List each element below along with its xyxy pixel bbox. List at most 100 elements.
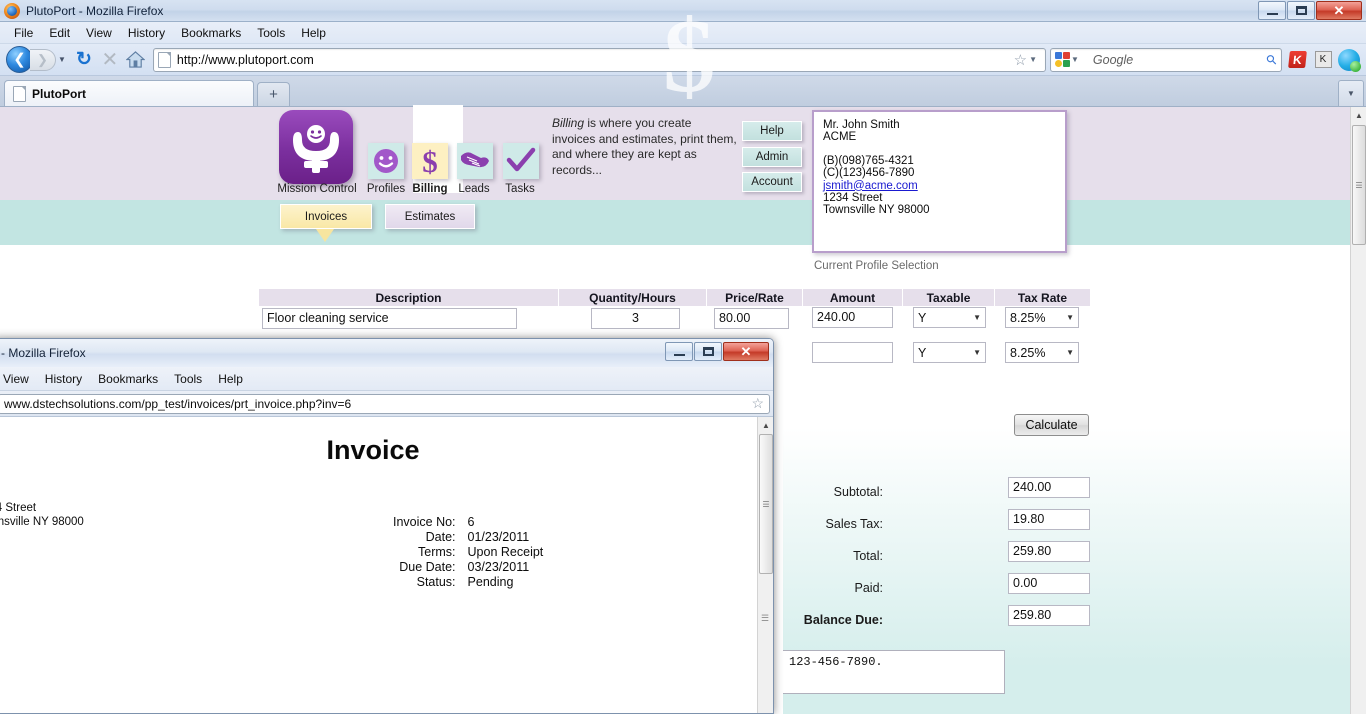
menu-view[interactable]: View	[78, 24, 120, 42]
column-header-amount: Amount	[803, 289, 903, 306]
minimize-button[interactable]	[1258, 1, 1286, 20]
total-field[interactable]: 259.80	[1008, 541, 1090, 562]
urlbar-dropdown-icon[interactable]: ▼	[1029, 55, 1037, 64]
popup-close-button[interactable]: ✕	[723, 342, 769, 361]
subtab-invoices[interactable]: Invoices	[280, 204, 372, 229]
kaspersky-icon[interactable]: K	[1286, 49, 1308, 71]
popup-scrollbar[interactable]: ▲ ☰ ☰	[757, 417, 773, 713]
nav-label-leads[interactable]: Leads	[452, 183, 496, 195]
menu-help[interactable]: Help	[293, 24, 334, 42]
home-icon[interactable]	[123, 47, 149, 73]
history-dropdown-icon[interactable]: ▼	[58, 55, 66, 64]
balance-due-field[interactable]: 259.80	[1008, 605, 1090, 626]
reload-icon[interactable]: ↻	[71, 47, 97, 73]
chevron-down-icon: ▼	[1066, 313, 1074, 322]
tab-plutoport[interactable]: PlutoPort	[4, 80, 254, 106]
nav-label-billing[interactable]: Billing	[406, 183, 454, 195]
popup-scroll-up-icon[interactable]: ▲	[758, 417, 773, 433]
row-1-price-input[interactable]: 80.00	[714, 308, 789, 329]
popup-scrollbar-grip2-icon: ☰	[761, 613, 770, 623]
nav-tile-billing[interactable]: $	[412, 143, 448, 179]
account-button[interactable]: Account	[742, 172, 802, 192]
column-header-description: Description	[259, 289, 559, 306]
admin-button[interactable]: Admin	[742, 147, 802, 167]
popup-browser-window: - Mozilla Firefox ✕ View History Bookmar…	[0, 338, 774, 714]
search-engine-dropdown-icon[interactable]: ▼	[1071, 55, 1079, 64]
popup-menu-view[interactable]: View	[0, 370, 37, 388]
bookmark-star-icon[interactable]: ☆	[1014, 51, 1027, 69]
menu-history[interactable]: History	[120, 24, 173, 42]
forward-icon[interactable]: ❯	[30, 48, 56, 71]
nav-tile-profiles[interactable]	[368, 143, 404, 179]
menu-tools[interactable]: Tools	[249, 24, 293, 42]
titlebar: PlutoPort - Mozilla Firefox ✕	[0, 0, 1366, 22]
popup-url-input[interactable]: www.dstechsolutions.com/pp_test/invoices…	[0, 393, 770, 414]
row-2-tax-rate-select[interactable]: 8.25% ▼	[1005, 342, 1079, 363]
keyboard-extension-icon[interactable]: K	[1312, 49, 1334, 71]
back-icon[interactable]: ❮	[6, 46, 33, 73]
row-1-amount-input[interactable]: 240.00	[812, 307, 893, 328]
scrollbar-thumb[interactable]: ☰	[1352, 125, 1366, 245]
profile-caption: Current Profile Selection	[814, 260, 939, 272]
row-1-description-input[interactable]: Floor cleaning service	[262, 308, 517, 329]
row-2-amount-input[interactable]	[812, 342, 893, 363]
section-description-strong: Billing	[552, 116, 585, 130]
popup-bookmark-star-icon[interactable]: ☆	[751, 395, 764, 412]
invoice-from-line1: 234 Street	[0, 502, 37, 514]
popup-scrollbar-thumb[interactable]: ☰	[759, 434, 773, 574]
invoice-due-date-label: Due Date:	[399, 560, 456, 574]
popup-minimize-button[interactable]	[665, 342, 693, 361]
row-2-taxable-value: Y	[918, 345, 927, 360]
search-placeholder-text: Google	[1092, 52, 1134, 67]
subtab-estimates[interactable]: Estimates	[385, 204, 475, 229]
stop-icon[interactable]: ✕	[97, 47, 123, 73]
maximize-button[interactable]	[1287, 1, 1315, 20]
tab-list-dropdown-icon[interactable]: ▼	[1338, 80, 1364, 106]
url-bar[interactable]: http://www.plutoport.com ☆ ▼	[152, 47, 1046, 72]
row-1-taxable-select[interactable]: Y ▼	[913, 307, 986, 328]
line-items-header: Description Quantity/Hours Price/Rate Am…	[259, 289, 1090, 306]
calculate-button[interactable]: Calculate	[1014, 414, 1089, 436]
column-header-taxable: Taxable	[903, 289, 995, 306]
popup-url-text: www.dstechsolutions.com/pp_test/invoices…	[4, 396, 352, 411]
close-button[interactable]: ✕	[1316, 1, 1362, 20]
popup-menu-tools[interactable]: Tools	[166, 370, 210, 388]
row-1-taxable-value: Y	[918, 310, 927, 325]
column-header-tax-rate: Tax Rate	[1017, 290, 1068, 305]
popup-menu-help[interactable]: Help	[210, 370, 251, 388]
subtotal-field[interactable]: 240.00	[1008, 477, 1090, 498]
profile-email-link[interactable]: jsmith@acme.com	[823, 180, 918, 192]
menu-file[interactable]: File	[6, 24, 41, 42]
popup-maximize-button[interactable]	[694, 342, 722, 361]
scroll-up-icon[interactable]: ▲	[1351, 107, 1366, 124]
nav-tile-leads[interactable]	[457, 143, 493, 179]
sales-tax-field[interactable]: 19.80	[1008, 509, 1090, 530]
new-tab-button[interactable]: +	[257, 82, 290, 106]
row-1-tax-rate-select[interactable]: 8.25% ▼	[1005, 307, 1079, 328]
subtab-invoices-pointer-icon	[316, 229, 334, 242]
popup-urlbar: www.dstechsolutions.com/pp_test/invoices…	[0, 391, 773, 417]
svg-text:$: $	[422, 145, 438, 177]
mission-control-logo-icon[interactable]	[279, 110, 353, 184]
menu-edit[interactable]: Edit	[41, 24, 78, 42]
nav-label-tasks[interactable]: Tasks	[498, 183, 542, 195]
current-profile-card: Mr. John Smith ACME (B)(098)765-4321 (C)…	[812, 110, 1067, 253]
profile-street: 1234 Street	[823, 192, 883, 205]
popup-menu-history[interactable]: History	[37, 370, 90, 388]
search-bar[interactable]: ▼ Google ⚲	[1050, 47, 1282, 72]
popup-menu-bookmarks[interactable]: Bookmarks	[90, 370, 166, 388]
nav-tile-tasks[interactable]	[503, 143, 539, 179]
tabbar: PlutoPort + ▼	[0, 76, 1366, 107]
paid-field[interactable]: 0.00	[1008, 573, 1090, 594]
row-1-quantity-input[interactable]: 3	[591, 308, 680, 329]
profile-name: Mr. John Smith	[823, 119, 900, 131]
popup-menubar: View History Bookmarks Tools Help	[0, 367, 773, 391]
nav-label-profiles[interactable]: Profiles	[360, 183, 412, 195]
menu-bookmarks[interactable]: Bookmarks	[173, 24, 249, 42]
row-2-taxable-select[interactable]: Y ▼	[913, 342, 986, 363]
help-button[interactable]: Help	[742, 121, 802, 141]
profile-phone-business: (B)(098)765-4321	[823, 154, 914, 167]
page-scrollbar[interactable]: ▲ ☰	[1350, 107, 1366, 714]
skype-icon[interactable]	[1338, 48, 1361, 72]
notes-textarea[interactable]: 123-456-7890.	[783, 650, 1005, 694]
